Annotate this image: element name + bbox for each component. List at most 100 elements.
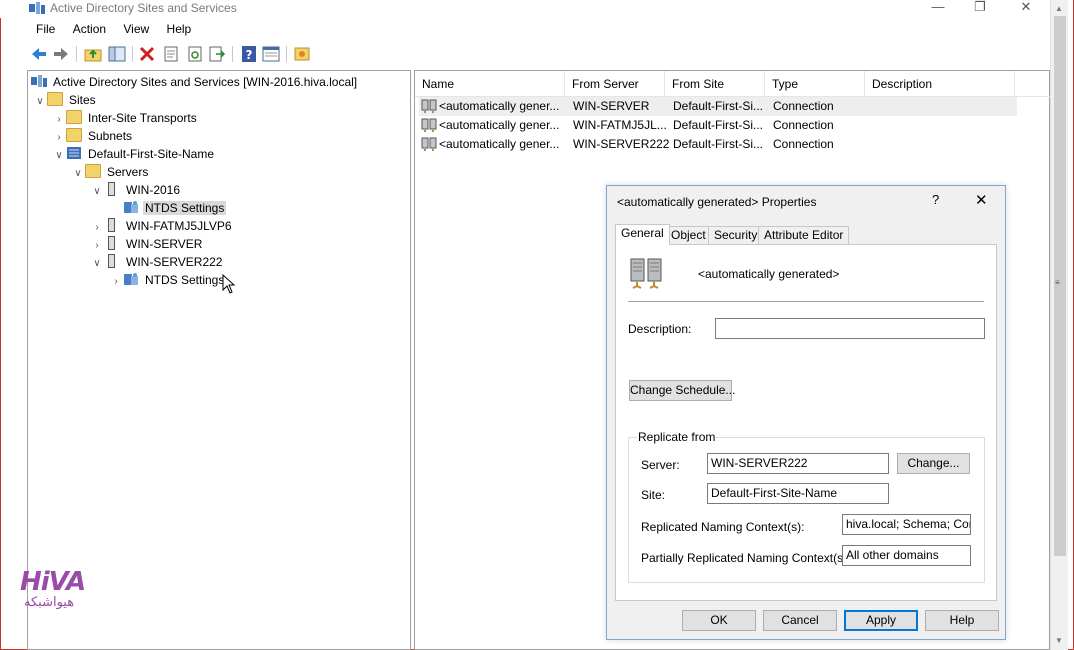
menu-file[interactable]: File <box>29 20 62 38</box>
expand-chevron-icon[interactable]: › <box>109 273 123 291</box>
cell-name: <automatically gener... <box>439 118 560 132</box>
change-schedule-button[interactable]: Change Schedule... <box>629 380 735 401</box>
dialog-help-icon[interactable]: ? <box>932 192 939 207</box>
maximize-button[interactable]: ❐ <box>960 0 1000 16</box>
replicated-naming-context-label: Replicated Naming Context(s): <box>641 520 805 534</box>
menu-view[interactable]: View <box>116 20 156 38</box>
tree-item-ntds-settings[interactable]: › NTDS Settings <box>109 271 226 289</box>
server-icon <box>108 236 115 250</box>
window-vertical-scrollbar[interactable]: ▲ ≡ ▼ <box>1050 0 1068 650</box>
tree-item-servers[interactable]: ∨ Servers <box>71 163 150 181</box>
tree-item-win-server[interactable]: › WIN-SERVER <box>90 235 204 253</box>
tree-item-win-fatmj5jlvp6[interactable]: › WIN-FATMJ5JLVP6 <box>90 217 234 235</box>
mouse-cursor-icon <box>222 274 236 294</box>
site-field[interactable]: Default-First-Site-Name <box>707 483 889 504</box>
scroll-down-arrow-icon[interactable]: ▼ <box>1055 636 1063 645</box>
cell-type: Connection <box>773 118 834 132</box>
list-row[interactable]: <automatically gener... WIN-FATMJ5JL... … <box>419 116 1017 135</box>
collapse-chevron-icon[interactable]: ∨ <box>52 147 66 165</box>
cell-from-server: WIN-FATMJ5JL... <box>573 118 667 132</box>
toolbar: ? <box>28 42 1048 66</box>
menu-action[interactable]: Action <box>66 20 113 38</box>
tree-label: WIN-SERVER <box>126 237 203 251</box>
column-header-description[interactable]: Description <box>865 71 1015 97</box>
cell-name: <automatically gener... <box>439 137 560 151</box>
title-bar: Active Directory Sites and Services — ❐ … <box>0 0 1050 18</box>
ntds-settings-icon <box>124 273 138 285</box>
column-header-name[interactable]: Name <box>415 71 565 97</box>
tree-item-win-server222[interactable]: ∨ WIN-SERVER222 <box>90 253 224 271</box>
change-server-button[interactable]: Change... <box>897 453 970 474</box>
connection-icon <box>421 118 437 132</box>
dialog-close-icon[interactable]: ✕ <box>975 191 988 209</box>
menu-help[interactable]: Help <box>160 20 199 38</box>
replicated-naming-context-field[interactable]: hiva.local; Schema; Config <box>842 514 971 535</box>
toolbar-separator <box>132 46 133 62</box>
export-list-icon[interactable] <box>208 45 226 63</box>
site-label: Site: <box>641 488 666 502</box>
tree-item-ntds-settings-selected[interactable]: NTDS Settings <box>123 199 227 217</box>
folder-icon <box>47 92 63 106</box>
tree-label: Active Directory Sites and Services [WIN… <box>53 75 358 89</box>
collapse-chevron-icon[interactable]: ∨ <box>90 255 104 273</box>
divider <box>628 301 984 302</box>
server-field[interactable]: WIN-SERVER222 <box>707 453 889 474</box>
tab-security[interactable]: Security <box>708 226 764 245</box>
partially-replicated-naming-context-field[interactable]: All other domains <box>842 545 971 566</box>
list-row[interactable]: <automatically gener... WIN-SERVER222 De… <box>419 135 1017 154</box>
tab-attribute-editor[interactable]: Attribute Editor <box>758 226 850 245</box>
tree-label: WIN-FATMJ5JLVP6 <box>126 219 232 233</box>
tab-object[interactable]: Object <box>665 226 712 245</box>
tree-item-root[interactable]: Active Directory Sites and Services [WIN… <box>31 73 359 91</box>
connection-icon <box>421 137 437 151</box>
minimize-button[interactable]: — <box>918 0 958 16</box>
show-hide-tree-icon[interactable] <box>108 45 126 63</box>
collapse-chevron-icon[interactable]: ∨ <box>90 183 104 201</box>
help-button[interactable]: Help <box>925 610 999 631</box>
column-header-from-site[interactable]: From Site <box>665 71 765 97</box>
list-header: Name From Server From Site Type Descript… <box>415 71 1051 97</box>
folder-icon <box>85 164 101 178</box>
tree-label: NTDS Settings <box>145 273 225 287</box>
column-header-from-server[interactable]: From Server <box>565 71 665 97</box>
collapse-chevron-icon[interactable]: ∨ <box>71 165 85 183</box>
list-row[interactable]: <automatically gener... WIN-SERVER Defau… <box>419 97 1017 116</box>
properties-sheet-icon[interactable] <box>162 45 180 63</box>
collapse-chevron-icon[interactable]: ∨ <box>33 93 47 111</box>
apply-button[interactable]: Apply <box>844 610 918 631</box>
folder-icon <box>66 110 82 124</box>
tree-label: WIN-SERVER222 <box>126 255 223 269</box>
description-label: Description: <box>628 322 692 336</box>
toolbar-separator <box>232 46 233 62</box>
refresh-icon[interactable] <box>186 45 204 63</box>
partially-replicated-naming-context-label: Partially Replicated Naming Context(s): <box>641 551 851 565</box>
close-button[interactable]: ✕ <box>1006 0 1046 16</box>
help-icon[interactable]: ? <box>240 45 258 63</box>
ok-button[interactable]: OK <box>682 610 756 631</box>
tree-item-inter-site-transports[interactable]: › Inter-Site Transports <box>52 109 199 127</box>
tree-item-sites[interactable]: ∨ Sites <box>33 91 98 109</box>
back-arrow-icon[interactable] <box>30 45 48 63</box>
new-object-icon[interactable] <box>293 45 311 63</box>
tree-label: Inter-Site Transports <box>88 111 197 125</box>
scroll-up-arrow-icon[interactable]: ▲ <box>1055 4 1063 13</box>
server-icon <box>108 254 115 268</box>
scrollbar-grip-icon: ≡ <box>1055 278 1060 287</box>
delete-icon[interactable] <box>138 45 156 63</box>
console-tree-pane: Active Directory Sites and Services [WIN… <box>27 70 411 650</box>
forward-arrow-icon[interactable] <box>52 45 70 63</box>
tree-item-subnets[interactable]: › Subnets <box>52 127 134 145</box>
description-field[interactable] <box>715 318 985 339</box>
tab-general[interactable]: General <box>615 224 670 245</box>
tree-item-win-2016[interactable]: ∨ WIN-2016 <box>90 181 182 199</box>
ntds-settings-icon <box>124 201 138 213</box>
cell-from-server: WIN-SERVER222 <box>573 137 669 151</box>
tree-item-default-first-site[interactable]: ∨ Default-First-Site-Name <box>52 145 216 163</box>
cancel-button[interactable]: Cancel <box>763 610 837 631</box>
console-view-icon[interactable] <box>262 45 280 63</box>
cell-type: Connection <box>773 99 834 113</box>
svg-text:?: ? <box>246 48 253 62</box>
up-folder-icon[interactable] <box>84 45 102 63</box>
column-header-type[interactable]: Type <box>765 71 865 97</box>
tree-label: Default-First-Site-Name <box>88 147 215 161</box>
